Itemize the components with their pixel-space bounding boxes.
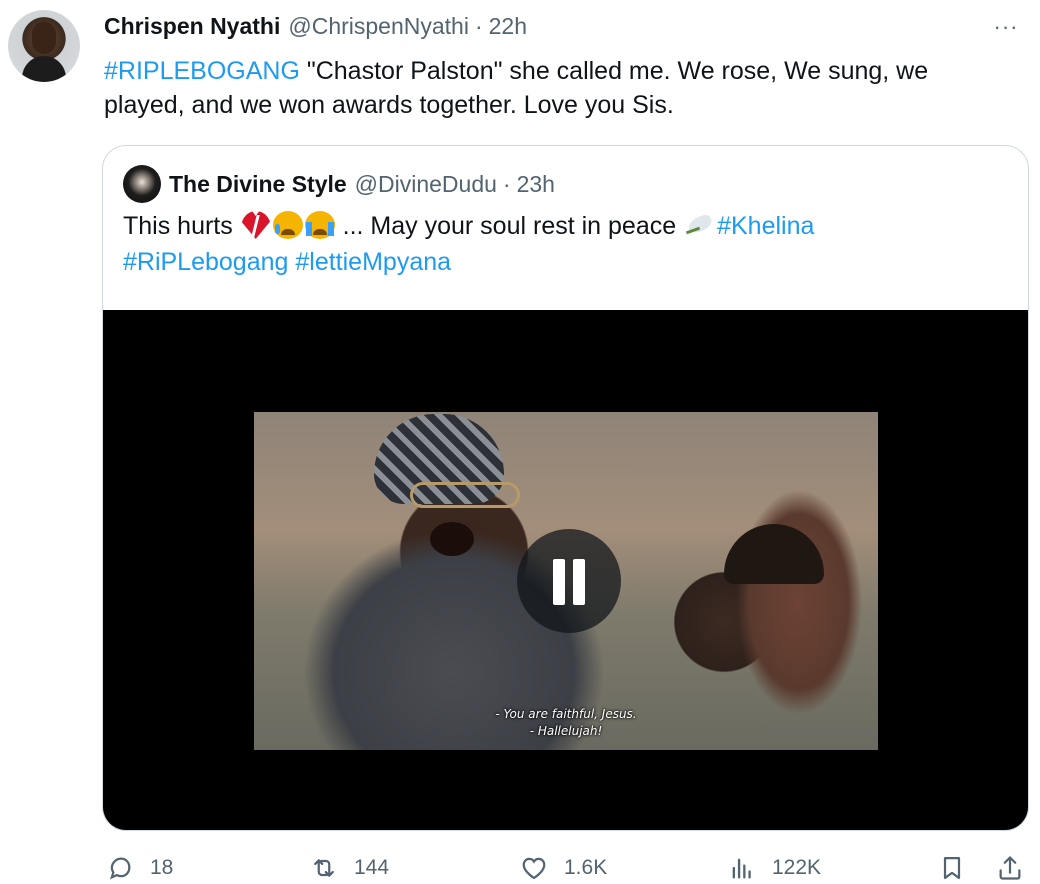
hashtag-riplebogang[interactable]: #RIPLEBOGANG [104,57,300,85]
author-name[interactable]: Chrispen Nyathi [104,13,280,40]
hashtag-riplebogang[interactable]: #RiPLebogang [123,248,288,276]
quoted-text-start: This hurts [123,212,240,240]
tweet-text: #RIPLEBOGANG "Chastor Palston" she calle… [104,54,1024,122]
hashtag-lettiempyana[interactable]: #lettieMpyana [295,248,451,276]
hashtag-khelina[interactable]: #Khelina [717,212,814,240]
bookmark-icon [943,856,961,880]
broken-heart-icon [240,211,271,239]
video-frame[interactable]: - You are faithful, Jesus. - Hallelujah! [254,412,878,750]
video-subtitles: - You are faithful, Jesus. - Hallelujah! [254,706,878,740]
share-button[interactable] [996,854,1024,882]
glasses-shape [410,482,520,508]
like-count: 1.6K [564,856,608,879]
dove-icon [684,211,716,239]
retweet-count: 144 [354,856,390,879]
bookmark-button[interactable] [938,854,966,882]
views-button[interactable]: 122K [728,854,821,882]
crying-face-icon [272,211,303,239]
quoted-tweet-time[interactable]: 23h [517,171,555,198]
heart-icon [522,857,546,880]
author-handle[interactable]: @ChrispenNyathi [288,13,469,40]
retweet-icon [314,859,334,877]
pause-icon [573,559,585,605]
loudly-crying-face-icon [304,211,335,239]
author-avatar[interactable] [8,10,80,82]
subtitle-line-1: - You are faithful, Jesus. [495,707,637,721]
subtitle-line-2: - Hallelujah! [529,724,603,738]
tweet-header: Chrispen Nyathi @ChrispenNyathi · 22h [104,10,527,42]
quoted-author-avatar[interactable] [123,165,161,203]
pause-icon [553,559,565,605]
mouth-shape [430,522,474,556]
tweet-text-line-2: played, and we won awards together. Love… [104,91,674,119]
retweet-button[interactable]: 144 [310,854,389,882]
views-icon [732,858,751,879]
views-count: 122K [772,856,822,879]
reply-count: 18 [150,856,174,879]
tweet-time[interactable]: 22h [489,13,527,40]
separator-dot: · [474,12,483,39]
quoted-author-handle[interactable]: @DivineDudu [355,171,497,198]
tweet-text-line-1: "Chastor Palston" she called me. We rose… [299,57,929,85]
avatar-head [32,22,56,54]
video-player[interactable]: - You are faithful, Jesus. - Hallelujah! [103,310,1028,830]
quoted-author-name[interactable]: The Divine Style [169,171,347,198]
reply-button[interactable]: 18 [106,854,173,882]
reply-icon [110,857,131,880]
more-options-icon[interactable]: ··· [986,16,1026,38]
pause-button[interactable] [517,529,621,633]
girl-hair-shape [724,524,824,584]
quoted-text-middle: ... May your soul rest in peace [335,212,684,240]
share-icon [999,856,1021,880]
quoted-tweet-header: The Divine Style @DivineDudu · 23h [123,165,555,203]
like-button[interactable]: 1.6K [520,854,607,882]
avatar-shirt [22,56,66,82]
quoted-tweet-text: This hurts ... May your soul rest in pea… [123,208,1003,280]
separator-dot: · [502,170,511,197]
action-bar: 18 144 1.6K 122K [0,850,1040,884]
quoted-tweet[interactable]: The Divine Style @DivineDudu · 23h This … [102,145,1029,831]
